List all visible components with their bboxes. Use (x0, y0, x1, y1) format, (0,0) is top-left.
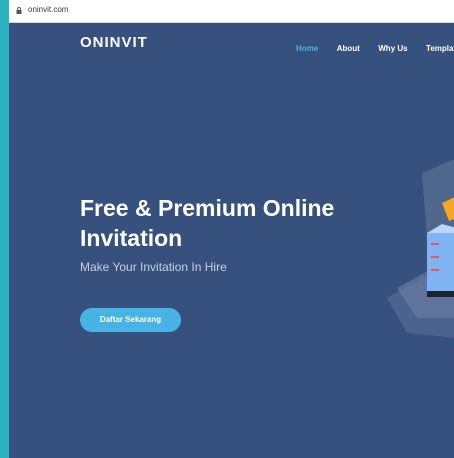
nav-why-us[interactable]: Why Us (378, 44, 407, 53)
browser-window: oninvit.com ONINVIT Home About Why Us Te… (9, 0, 454, 458)
hero-title-line-2: Invitation (80, 225, 183, 251)
address-bar[interactable]: oninvit.com (9, 0, 454, 23)
lock-icon (16, 7, 22, 14)
page-content: ONINVIT Home About Why Us Templat Free &… (9, 23, 454, 458)
nav-home[interactable]: Home (296, 44, 318, 53)
register-button[interactable]: Daftar Sekarang (80, 308, 181, 332)
hero-title: Free & Premium Online Invitation (80, 193, 380, 253)
nav-about[interactable]: About (337, 44, 360, 53)
hero-title-line-1: Free & Premium Online (80, 195, 335, 221)
url-text: oninvit.com (28, 5, 69, 14)
nav-templates[interactable]: Templat (426, 44, 454, 53)
hero-subtitle: Make Your Invitation In Hire (80, 260, 227, 274)
server-illustration (387, 159, 454, 338)
site-logo[interactable]: ONINVIT (80, 34, 148, 51)
main-nav: Home About Why Us Templat (296, 38, 454, 56)
